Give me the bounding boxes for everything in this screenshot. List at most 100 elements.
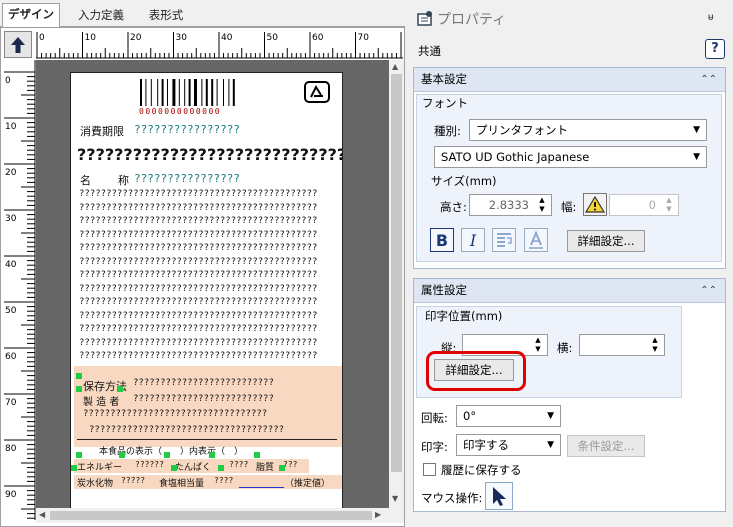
address-line[interactable]: ???????????????????????????????????? <box>89 425 337 435</box>
font-type-value: プリンタフォント <box>476 123 568 137</box>
body-text-line: ????????????????????????????????????????… <box>79 189 318 199</box>
body-text-line: ????????????????????????????????????????… <box>79 351 318 361</box>
collapse-chevron-icon[interactable]: ⌃⌃ <box>700 68 717 91</box>
tab-input-definition[interactable]: 入力定義 <box>66 5 136 27</box>
scroll-down-icon[interactable]: ▼ <box>392 494 398 503</box>
chevron-down-icon: ▼ <box>693 152 700 162</box>
selection-handle[interactable] <box>119 452 125 458</box>
spinner-icon[interactable]: ▲ ▼ <box>649 336 661 354</box>
width-value: 0 <box>648 198 656 212</box>
protein-label[interactable]: たんぱく <box>175 460 211 473</box>
scroll-thumb[interactable] <box>50 511 372 520</box>
vertical-scrollbar[interactable]: ▲ ▼ <box>389 60 404 509</box>
text-effect-button[interactable] <box>524 228 548 252</box>
font-detail-button[interactable]: 詳細設定... <box>567 230 645 252</box>
selection-handle[interactable] <box>209 452 215 458</box>
fat-label[interactable]: 脂質 <box>256 460 274 473</box>
width-warning-button[interactable] <box>583 193 607 216</box>
ruler-label: 40 <box>221 33 233 43</box>
scroll-corner <box>389 509 404 523</box>
energy-value[interactable]: ?????? <box>135 460 164 469</box>
manufacturer-value[interactable]: ?????????????????????????? <box>133 394 339 404</box>
arrow-up-icon <box>11 36 25 53</box>
selection-handle[interactable] <box>218 465 224 471</box>
barcode-bar <box>157 79 159 106</box>
barcode-bar <box>178 79 180 106</box>
height-input[interactable]: 2.8333 ▲ ▼ <box>469 194 552 216</box>
font-group-label: フォント <box>422 96 468 110</box>
position-detail-button[interactable]: 詳細設定... <box>434 359 514 381</box>
scroll-up-icon[interactable]: ▲ <box>392 62 398 71</box>
barcode[interactable] <box>139 79 249 107</box>
salt-value[interactable]: ???? <box>214 476 233 485</box>
manufacturer-label[interactable]: 製 造 者 <box>83 393 119 408</box>
body-text-line: ????????????????????????????????????????… <box>79 270 318 280</box>
spinner-icon[interactable]: ▲ ▼ <box>532 336 544 354</box>
text-wrap-button[interactable] <box>492 228 516 252</box>
print-select[interactable]: 印字する ▼ <box>456 434 561 456</box>
selection-handle[interactable] <box>164 452 170 458</box>
condition-settings-button[interactable]: 条件設定... <box>567 435 645 457</box>
pin-icon[interactable]: ᵾ <box>708 12 713 23</box>
name-label[interactable]: 名 称 <box>80 172 137 188</box>
tab-design[interactable]: デザイン <box>2 3 60 28</box>
carb-label[interactable]: 炭水化物 <box>77 476 113 489</box>
horizontal-position-input[interactable]: ▲ ▼ <box>579 334 665 356</box>
italic-button[interactable]: I <box>461 228 485 252</box>
mouse-select-button[interactable] <box>485 482 513 510</box>
spinner-icon[interactable]: ▲ ▼ <box>536 196 548 214</box>
horizontal-ruler: 0 10 20 30 40 50 60 70 <box>36 28 403 59</box>
ruler-label: 10 <box>85 33 97 43</box>
common-label: 共通 <box>418 44 441 58</box>
barcode-bar <box>211 79 214 106</box>
name-value[interactable]: ???????????????? <box>134 172 240 185</box>
selection-handle[interactable] <box>71 465 77 471</box>
selection-handle[interactable] <box>76 386 82 392</box>
chevron-down-icon: ▼ <box>693 125 700 135</box>
underline <box>239 487 284 488</box>
salt-label[interactable]: 食塩相当量 <box>159 476 204 489</box>
help-button[interactable]: ? <box>705 39 725 59</box>
scroll-right-icon[interactable]: ▶ <box>375 510 381 519</box>
font-name-select[interactable]: SATO UD Gothic Japanese ▼ <box>434 146 707 168</box>
selection-handle[interactable] <box>279 465 285 471</box>
product-large-text[interactable]: ????????????????????????????? <box>77 145 342 164</box>
body-text-line: ????????????????????????????????????????… <box>79 324 318 334</box>
collapse-chevron-icon[interactable]: ⌃⌃ <box>700 279 717 302</box>
selection-handle[interactable] <box>76 452 82 458</box>
selection-handle[interactable] <box>117 386 123 392</box>
ruler-label: 10 <box>5 122 17 132</box>
ruler-label: 70 <box>358 33 370 43</box>
body-text-line: ????????????????????????????????????????… <box>79 202 318 213</box>
chevron-down-icon: ▼ <box>547 411 554 421</box>
horizontal-scrollbar[interactable]: ◀ ▶ <box>36 508 389 523</box>
basic-settings-header[interactable]: 基本設定 ⌃⌃ <box>414 68 725 92</box>
selection-handle[interactable] <box>76 373 82 379</box>
expiry-label[interactable]: 消費期限 <box>80 123 124 139</box>
barcode-bar <box>140 79 142 106</box>
carb-value[interactable]: ????? <box>121 476 145 485</box>
address-line[interactable]: ?????????????????????????????????? <box>83 409 337 419</box>
rotation-select[interactable]: 0° ▼ <box>456 405 561 427</box>
scroll-thumb[interactable] <box>391 74 402 472</box>
protein-value[interactable]: ???? <box>229 460 248 469</box>
up-arrow-button[interactable] <box>4 31 32 58</box>
body-text-line: ????????????????????????????????????????… <box>79 297 318 307</box>
selection-handle[interactable] <box>171 465 177 471</box>
attribute-settings-header[interactable]: 属性設定 ⌃⌃ <box>414 279 725 303</box>
bold-button[interactable]: B <box>430 228 454 252</box>
scroll-left-icon[interactable]: ◀ <box>39 510 45 519</box>
estimated-note[interactable]: （推定値） <box>285 476 330 489</box>
history-checkbox[interactable] <box>423 463 436 476</box>
selection-handle[interactable] <box>254 452 260 458</box>
recycle-mark-icon[interactable] <box>304 81 330 103</box>
tab-table-format[interactable]: 表形式 <box>136 5 196 27</box>
fat-value[interactable]: ??? <box>283 460 297 469</box>
type-label: 種別: <box>434 124 461 138</box>
energy-label[interactable]: エネルギー <box>77 460 122 473</box>
spinner-icon[interactable]: ▲ ▼ <box>663 196 675 214</box>
storage-value[interactable]: ?????????????????????????? <box>133 378 339 388</box>
expiry-value[interactable]: ???????????????? <box>134 123 240 136</box>
font-type-select[interactable]: プリンタフォント ▼ <box>469 119 707 141</box>
width-input[interactable]: 0 ▲ ▼ <box>609 194 679 216</box>
